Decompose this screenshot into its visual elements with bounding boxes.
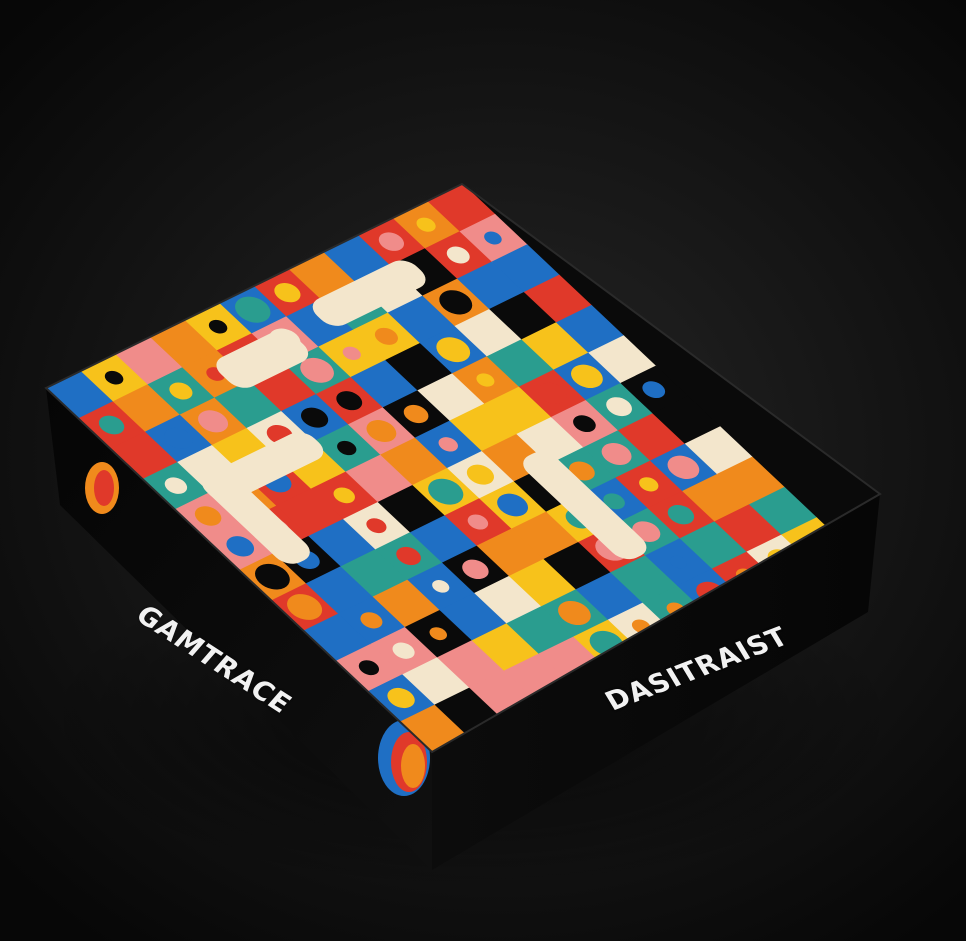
side-circle-left: [85, 462, 119, 514]
game-box-scene: [40, 182, 900, 890]
